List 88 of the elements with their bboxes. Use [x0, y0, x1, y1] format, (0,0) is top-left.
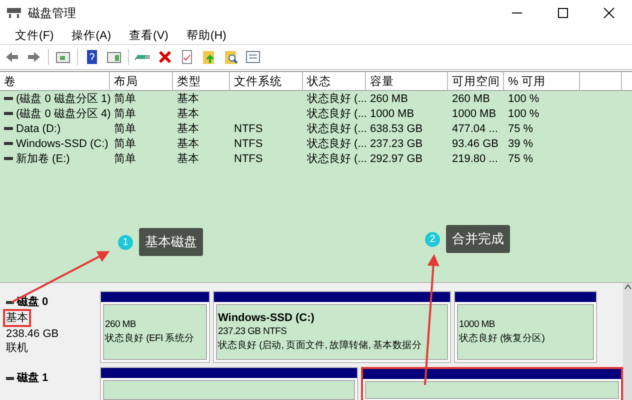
table-cell-text: (磁盘 0 磁盘分区 4) [16, 107, 111, 121]
disk-status: 联机 [6, 341, 28, 355]
table-cell: 292.97 GB [370, 152, 423, 164]
table-cell-text: 状态良好 (... [307, 152, 367, 166]
menu-item[interactable]: 查看(V) [120, 28, 178, 42]
table-cell-text: 状态良好 (... [307, 136, 367, 151]
table-cell-text: 基本 [177, 137, 199, 151]
table-cell-text: 状态良好 (... [307, 106, 367, 121]
column-header[interactable]: 布局 [110, 72, 173, 90]
column-header[interactable]: 状态 [303, 72, 366, 90]
table-cell: 100 % [508, 108, 540, 120]
table-cell: 75 % [508, 122, 534, 134]
column-header[interactable]: 类型 [173, 72, 230, 90]
delete-icon[interactable] [157, 49, 173, 65]
volume-icon [4, 142, 13, 145]
table-cell: 100 % [508, 92, 540, 104]
scrollbar[interactable] [623, 283, 632, 400]
panel-icon[interactable] [106, 49, 122, 65]
disk-type: 基本 [3, 309, 31, 327]
table-cell-text: 简单 [114, 152, 136, 166]
table-cell: Windows-SSD (C:) [16, 138, 108, 150]
volume-icon [4, 112, 13, 115]
partition-block[interactable]: 260 MB 状态良好 (EFI 系统分 [100, 291, 210, 363]
help-icon[interactable] [84, 49, 100, 65]
menu-item[interactable]: 帮助(H) [177, 28, 236, 42]
table-cell: 260 MB [452, 92, 490, 104]
column-header[interactable]: 文件系统 [230, 72, 303, 90]
table-cell-text: 新加卷 (E:) [16, 152, 70, 166]
table-cell: Data (D:) [16, 122, 61, 134]
window-title: 磁盘管理 [28, 4, 76, 22]
partition-status: 状态良好 (恢复分区) [459, 332, 546, 346]
menu-item[interactable]: 文件(F) [6, 28, 63, 42]
partition-status: 状态良好 (启动, 页面文件, 故障转储, 基本数据分 [218, 339, 423, 353]
partition-size: 260 MB [105, 318, 137, 332]
column-header[interactable]: % 可用 [504, 72, 580, 90]
document-check-icon[interactable] [179, 49, 195, 65]
table-cell-text: 基本 [177, 107, 199, 121]
partition-block[interactable] [100, 367, 358, 400]
table-cell: 219.80 ... [452, 152, 498, 164]
table-cell-text: 基本 [177, 152, 199, 166]
partition-size: 237.23 GB NTFS [218, 325, 288, 339]
column-header[interactable]: 容量 [366, 72, 448, 90]
disk-name: 磁盘 1 [17, 371, 48, 385]
table-cell-text: 状态良好 (... [307, 92, 367, 106]
table-cell: 638.53 GB [370, 122, 423, 134]
table-cell-text: 状态良好 (... [307, 122, 367, 136]
callout-label: 基本磁盘 [139, 228, 203, 256]
column-header[interactable]: 可用空间 [448, 72, 504, 90]
table-cell-text: 基本 [177, 122, 199, 136]
volume-icon [4, 97, 13, 100]
partition-block[interactable] [361, 367, 623, 400]
back-arrow-icon[interactable] [4, 49, 20, 65]
table-cell-text: 简单 [114, 122, 136, 136]
table-cell: 75 % [508, 152, 534, 164]
partition-status: 状态良好 (EFI 系统分 [105, 332, 196, 346]
table-cell-text: 简单 [114, 137, 136, 151]
partition-size: 1000 MB [459, 318, 496, 332]
folder-search-icon[interactable] [223, 49, 239, 65]
volume-icon [4, 127, 13, 130]
disk-management-icon [6, 7, 22, 19]
disk-size: 238.46 GB [6, 327, 59, 341]
panel-icon[interactable] [55, 49, 71, 65]
maximize-icon[interactable] [555, 5, 571, 21]
column-header[interactable]: 卷 [0, 72, 110, 90]
table-cell: 1000 MB [370, 108, 414, 120]
table-cell: 237.23 GB [370, 138, 423, 150]
table-cell-text: 简单 [114, 107, 136, 121]
table-cell: NTFS [234, 152, 263, 164]
close-icon[interactable] [601, 5, 617, 21]
partition-block[interactable]: 1000 MB 状态良好 (恢复分区) [454, 291, 597, 363]
partition-title: Windows-SSD (C:) [218, 311, 316, 325]
table-cell: 260 MB [370, 92, 408, 104]
list-icon[interactable] [245, 49, 261, 65]
table-cell-text: 基本 [177, 92, 199, 106]
volume-icon [4, 157, 13, 160]
table-cell: 477.04 ... [452, 122, 498, 134]
table-cell: 39 % [508, 138, 534, 150]
table-cell: 1000 MB [452, 108, 496, 120]
scroll-up-icon[interactable] [624, 283, 632, 291]
forward-arrow-icon[interactable] [26, 49, 42, 65]
callout-label: 合并完成 [446, 225, 510, 253]
table-cell-text: 简单 [114, 92, 136, 106]
table-cell: NTFS [234, 138, 263, 150]
partition-block[interactable]: Windows-SSD (C:) 237.23 GB NTFS 状态良好 (启动, 页面文件, 故障转储, 基本数据分 [213, 291, 451, 363]
menu-item[interactable]: 操作(A) [62, 28, 120, 42]
table-cell: NTFS [234, 122, 263, 134]
table-cell-text: (磁盘 0 磁盘分区 1) [16, 92, 111, 106]
table-cell: 93.46 GB [452, 138, 498, 150]
